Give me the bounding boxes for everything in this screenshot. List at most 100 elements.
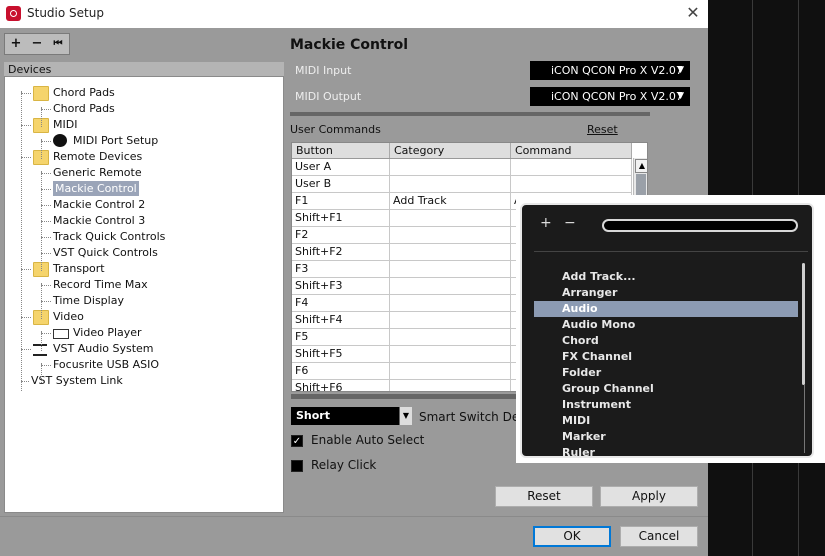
device-tree-item[interactable]: MIDI bbox=[53, 117, 77, 132]
button-cell[interactable]: Shift+F4 bbox=[292, 312, 390, 328]
command-category-item[interactable]: Arranger bbox=[534, 285, 798, 301]
device-tree-item[interactable]: Focusrite USB ASIO bbox=[53, 357, 159, 372]
button-cell[interactable]: Shift+F3 bbox=[292, 278, 390, 294]
device-tree-item[interactable]: Chord Pads bbox=[53, 101, 115, 116]
category-cell[interactable] bbox=[390, 380, 511, 391]
device-tree-item[interactable]: Mackie Control bbox=[53, 181, 139, 196]
command-category-item[interactable]: Instrument bbox=[534, 397, 798, 413]
column-header-category[interactable]: Category bbox=[390, 143, 511, 158]
device-tree-item[interactable]: VST System Link bbox=[31, 373, 123, 388]
device-tree-item[interactable]: Mackie Control 2 bbox=[53, 197, 145, 212]
category-cell[interactable] bbox=[390, 346, 511, 362]
device-tree-item[interactable]: Remote Devices bbox=[53, 149, 142, 164]
device-tree-item[interactable]: MIDI Port Setup bbox=[73, 133, 158, 148]
popup-scrollbar[interactable] bbox=[802, 263, 805, 385]
command-cell[interactable] bbox=[511, 176, 632, 192]
column-header-button[interactable]: Button bbox=[292, 143, 390, 158]
midi-port-icon bbox=[53, 134, 67, 147]
button-cell[interactable]: F5 bbox=[292, 329, 390, 345]
button-cell[interactable]: F1 bbox=[292, 193, 390, 209]
button-cell[interactable]: Shift+F6 bbox=[292, 380, 390, 391]
command-category-item[interactable]: FX Channel bbox=[534, 349, 798, 365]
popup-scroll-track[interactable] bbox=[804, 385, 805, 453]
category-cell[interactable] bbox=[390, 227, 511, 243]
button-cell[interactable]: Shift+F5 bbox=[292, 346, 390, 362]
table-row[interactable]: User A bbox=[292, 159, 632, 176]
cancel-button[interactable]: Cancel bbox=[620, 526, 698, 547]
category-cell[interactable] bbox=[390, 210, 511, 226]
command-category-item[interactable]: Chord bbox=[534, 333, 798, 349]
midi-output-select[interactable]: iCON QCON Pro X V2.07 ▼ bbox=[530, 87, 690, 106]
device-tree-item[interactable]: Chord Pads bbox=[53, 85, 115, 100]
button-cell[interactable]: Shift+F1 bbox=[292, 210, 390, 226]
devices-label: Devices bbox=[8, 63, 52, 76]
device-tree-item[interactable]: Transport bbox=[53, 261, 105, 276]
table-row[interactable]: User B bbox=[292, 176, 632, 193]
device-tree-item[interactable]: Record Time Max bbox=[53, 277, 148, 292]
command-category-item[interactable]: Marker bbox=[534, 429, 798, 445]
command-category-item[interactable]: Group Channel bbox=[534, 381, 798, 397]
midi-output-value: iCON QCON Pro X V2.07 bbox=[551, 90, 683, 103]
command-cell[interactable] bbox=[511, 159, 632, 175]
relay-click-checkbox[interactable] bbox=[291, 460, 303, 472]
device-tree-item[interactable]: VST Quick Controls bbox=[53, 245, 158, 260]
horizontal-scrollbar[interactable] bbox=[291, 394, 519, 399]
button-cell[interactable]: User B bbox=[292, 176, 390, 192]
tree-connector bbox=[41, 333, 51, 334]
command-category-item[interactable]: Audio bbox=[534, 301, 798, 317]
command-category-item[interactable]: Add Track... bbox=[534, 269, 798, 285]
category-cell[interactable] bbox=[390, 159, 511, 175]
command-category-item[interactable]: Audio Mono bbox=[534, 317, 798, 333]
remove-device-button[interactable]: − bbox=[27, 34, 47, 54]
device-tree-item[interactable]: Mackie Control 3 bbox=[53, 213, 145, 228]
button-cell[interactable]: F2 bbox=[292, 227, 390, 243]
device-tree-item[interactable]: Video bbox=[53, 309, 84, 324]
add-device-button[interactable]: + bbox=[6, 34, 26, 54]
category-cell[interactable] bbox=[390, 363, 511, 379]
button-cell[interactable]: Shift+F2 bbox=[292, 244, 390, 260]
reset-button[interactable]: Reset bbox=[495, 486, 593, 507]
category-cell[interactable] bbox=[390, 329, 511, 345]
midi-input-value: iCON QCON Pro X V2.07 bbox=[551, 64, 683, 77]
chevron-down-icon: ▼ bbox=[677, 91, 684, 101]
category-cell[interactable] bbox=[390, 295, 511, 311]
category-cell[interactable] bbox=[390, 261, 511, 277]
tree-connector bbox=[21, 381, 29, 382]
command-category-item[interactable]: Folder bbox=[534, 365, 798, 381]
tree-connector bbox=[21, 269, 31, 270]
button-cell[interactable]: F4 bbox=[292, 295, 390, 311]
command-category-item[interactable]: MIDI bbox=[534, 413, 798, 429]
audio-system-icon bbox=[33, 344, 47, 356]
ok-button[interactable]: OK bbox=[533, 526, 611, 547]
enable-auto-select-checkbox[interactable]: ✓ bbox=[291, 435, 303, 447]
close-icon[interactable]: ✕ bbox=[683, 3, 703, 23]
chevron-down-icon: ▼ bbox=[677, 65, 684, 75]
device-tree-item[interactable]: Time Display bbox=[53, 293, 124, 308]
device-tree-item[interactable]: Video Player bbox=[73, 325, 142, 340]
tree-connector bbox=[41, 189, 51, 190]
category-cell[interactable] bbox=[390, 244, 511, 260]
column-header-command[interactable]: Command bbox=[511, 143, 632, 158]
reset-device-button[interactable]: ⏮ bbox=[48, 34, 68, 54]
device-tree-item[interactable]: VST Audio System bbox=[53, 341, 154, 356]
command-category-item[interactable]: Ruler bbox=[534, 445, 798, 456]
device-toolbar: + − ⏮ bbox=[4, 33, 70, 55]
apply-button[interactable]: Apply bbox=[600, 486, 698, 507]
category-cell[interactable] bbox=[390, 312, 511, 328]
button-cell[interactable]: User A bbox=[292, 159, 390, 175]
enable-auto-select-label: Enable Auto Select bbox=[311, 433, 425, 447]
reset-link[interactable]: Reset bbox=[587, 123, 618, 136]
tree-connector bbox=[41, 109, 51, 110]
device-tree-item[interactable]: Generic Remote bbox=[53, 165, 142, 180]
category-cell[interactable] bbox=[390, 176, 511, 192]
tree-connector bbox=[21, 157, 31, 158]
scroll-up-icon[interactable]: ▲ bbox=[635, 159, 647, 173]
device-tree-item[interactable]: Track Quick Controls bbox=[53, 229, 165, 244]
button-cell[interactable]: F3 bbox=[292, 261, 390, 277]
midi-input-select[interactable]: iCON QCON Pro X V2.07 ▼ bbox=[530, 61, 690, 80]
panel-title: Mackie Control bbox=[290, 37, 409, 53]
category-cell[interactable] bbox=[390, 278, 511, 294]
category-cell[interactable]: Add Track bbox=[390, 193, 511, 209]
smart-switch-delay-select[interactable]: Short ▼ bbox=[291, 407, 412, 425]
button-cell[interactable]: F6 bbox=[292, 363, 390, 379]
